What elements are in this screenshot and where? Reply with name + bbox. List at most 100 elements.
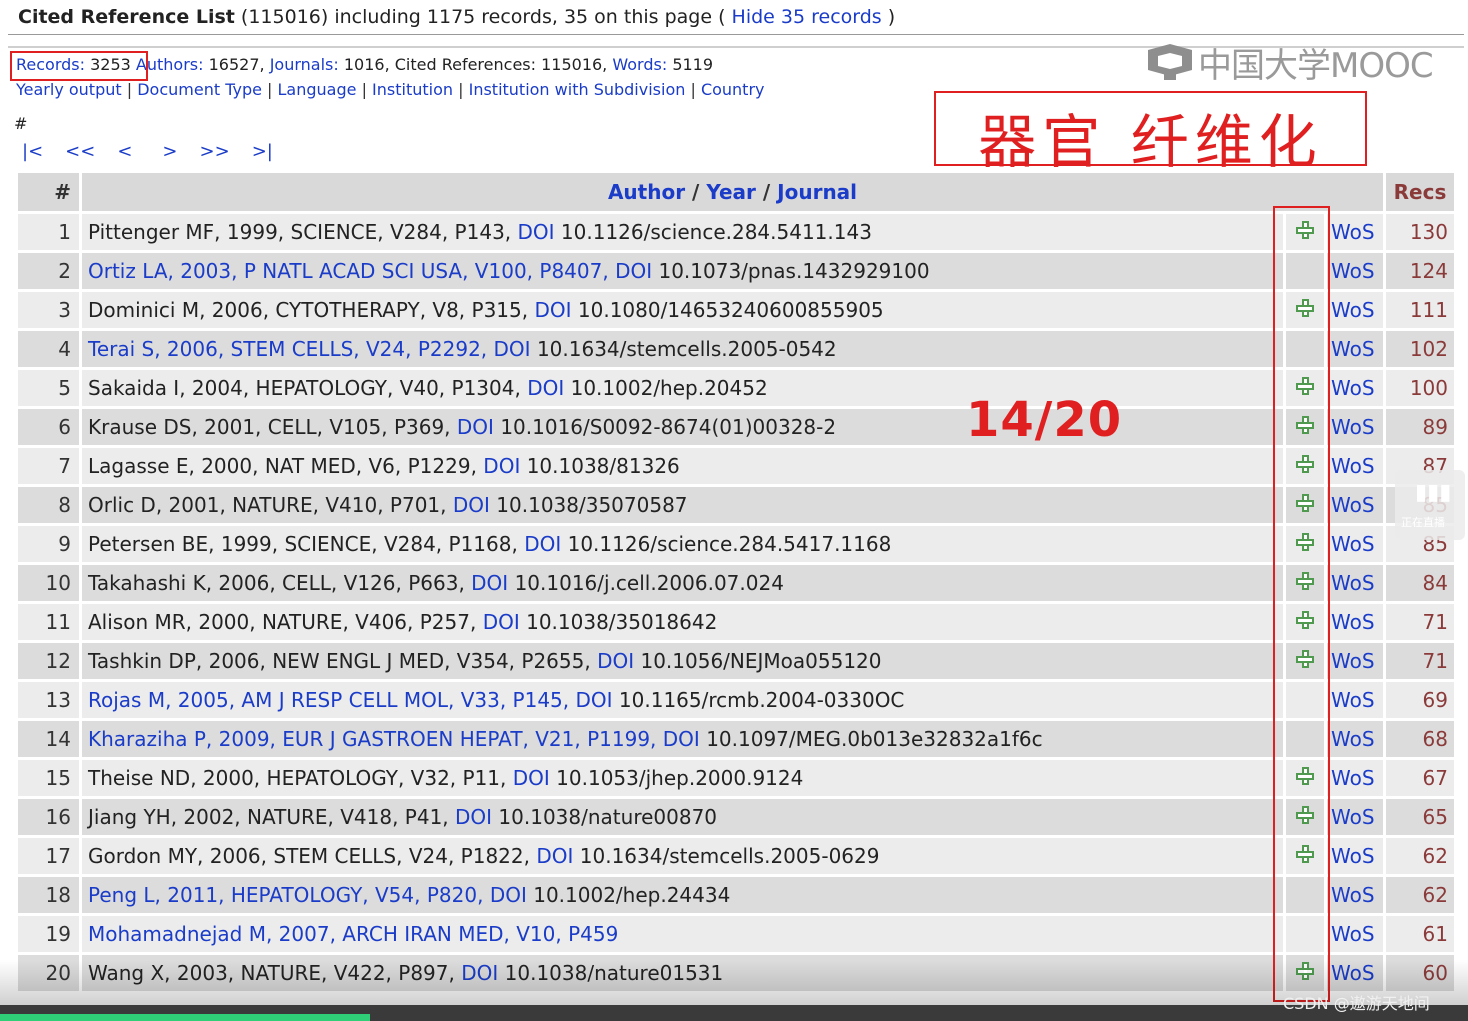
- pager-last[interactable]: >|: [252, 141, 273, 162]
- doi-value: 10.1038/nature00870: [498, 805, 718, 829]
- column-header-number: #: [18, 173, 79, 211]
- recs-count: 102: [1386, 331, 1454, 367]
- doi-link[interactable]: DOI: [663, 727, 700, 751]
- wos-link[interactable]: WoS: [1327, 916, 1383, 952]
- sort-author-link[interactable]: Author: [608, 180, 685, 204]
- doi-link[interactable]: DOI: [527, 376, 564, 400]
- wos-link[interactable]: WoS: [1327, 643, 1383, 679]
- sort-year-link[interactable]: Year: [706, 180, 756, 204]
- header-text: Cited Reference List (115016) including …: [18, 6, 895, 28]
- pager-first[interactable]: |<: [22, 141, 43, 162]
- wos-link[interactable]: WoS: [1327, 565, 1383, 601]
- wos-link[interactable]: WoS: [1327, 838, 1383, 874]
- language-link[interactable]: Language: [278, 80, 357, 99]
- words-link[interactable]: Words:: [612, 55, 667, 74]
- reference-cell: Takahashi K, 2006, CELL, V126, P663, DOI…: [82, 565, 1283, 601]
- table-row: 5 Sakaida I, 2004, HEPATOLOGY, V40, P1304…: [18, 370, 1454, 406]
- reference-text: Takahashi K, 2006, CELL, V126, P663,: [88, 571, 465, 595]
- reference-text: Gordon MY, 2006, STEM CELLS, V24, P1822,: [88, 844, 530, 868]
- recs-count: 69: [1386, 682, 1454, 718]
- hide-records-link[interactable]: Hide 35 records: [732, 6, 882, 28]
- reference-cell: Gordon MY, 2006, STEM CELLS, V24, P1822,…: [82, 838, 1283, 874]
- doi-link[interactable]: DOI: [455, 805, 492, 829]
- doi-value: 10.1165/rcmb.2004-0330OC: [618, 688, 905, 712]
- reference-text[interactable]: Rojas M, 2005, AM J RESP CELL MOL, V33, …: [88, 688, 569, 712]
- table-row: 9 Petersen BE, 1999, SCIENCE, V284, P1168…: [18, 526, 1454, 562]
- table-row: 19 Mohamadnejad M, 2007, ARCH IRAN MED, V…: [18, 916, 1454, 952]
- wos-link[interactable]: WoS: [1327, 370, 1383, 406]
- reference-cell[interactable]: Rojas M, 2005, AM J RESP CELL MOL, V33, …: [82, 682, 1283, 718]
- institution-subdivision-link[interactable]: Institution with Subdivision: [469, 80, 686, 99]
- wos-link[interactable]: WoS: [1327, 292, 1383, 328]
- table-row: 4 Terai S, 2006, STEM CELLS, V24, P2292, …: [18, 331, 1454, 367]
- document-type-link[interactable]: Document Type: [137, 80, 262, 99]
- doi-link[interactable]: DOI: [536, 844, 573, 868]
- recs-count: 71: [1386, 604, 1454, 640]
- doi-link[interactable]: DOI: [453, 493, 490, 517]
- doi-link[interactable]: DOI: [597, 649, 634, 673]
- recs-count: 89: [1386, 409, 1454, 445]
- doi-value: 10.1126/science.284.5411.143: [560, 220, 872, 244]
- wos-link[interactable]: WoS: [1327, 760, 1383, 796]
- reference-cell[interactable]: Ortiz LA, 2003, P NATL ACAD SCI USA, V10…: [82, 253, 1283, 289]
- row-number: 9: [18, 526, 79, 562]
- wos-link[interactable]: WoS: [1327, 604, 1383, 640]
- doi-value: 10.1097/MEG.0b013e32832a1f6c: [706, 727, 1043, 751]
- reference-text[interactable]: Mohamadnejad M, 2007, ARCH IRAN MED, V10…: [88, 922, 618, 946]
- recs-count: 62: [1386, 877, 1454, 913]
- doi-link[interactable]: DOI: [483, 610, 520, 634]
- recs-count: 68: [1386, 721, 1454, 757]
- doi-link[interactable]: DOI: [513, 766, 550, 790]
- reference-text[interactable]: Kharaziha P, 2009, EUR J GASTROEN HEPAT,…: [88, 727, 656, 751]
- pager: |< << < > >> >|: [22, 141, 295, 162]
- audio-bars-icon: ▮▮▮: [1415, 480, 1452, 505]
- journals-link[interactable]: Journals:: [270, 55, 339, 74]
- header-separator: /: [692, 180, 700, 204]
- table-row: 15 Theise ND, 2000, HEPATOLOGY, V32, P11,…: [18, 760, 1454, 796]
- wos-link[interactable]: WoS: [1327, 487, 1383, 523]
- doi-link[interactable]: DOI: [494, 337, 531, 361]
- live-widget[interactable]: ▮▮▮ 正在直播: [1395, 470, 1465, 540]
- wos-link[interactable]: WoS: [1327, 721, 1383, 757]
- doi-link[interactable]: DOI: [576, 688, 613, 712]
- wos-link[interactable]: WoS: [1327, 253, 1383, 289]
- wos-link[interactable]: WoS: [1327, 448, 1383, 484]
- doi-link[interactable]: DOI: [483, 454, 520, 478]
- wos-link[interactable]: WoS: [1327, 877, 1383, 913]
- wos-link[interactable]: WoS: [1327, 682, 1383, 718]
- pager-next-page[interactable]: >>: [200, 141, 230, 162]
- wos-link[interactable]: WoS: [1327, 799, 1383, 835]
- yearly-output-link[interactable]: Yearly output: [16, 80, 122, 99]
- doi-link[interactable]: DOI: [524, 532, 561, 556]
- doi-link[interactable]: DOI: [490, 883, 527, 907]
- wos-link[interactable]: WoS: [1327, 409, 1383, 445]
- reference-cell[interactable]: Mohamadnejad M, 2007, ARCH IRAN MED, V10…: [82, 916, 1283, 952]
- doi-link[interactable]: DOI: [518, 220, 555, 244]
- recs-count: 71: [1386, 643, 1454, 679]
- reference-cell[interactable]: Peng L, 2011, HEPATOLOGY, V54, P820, DOI…: [82, 877, 1283, 913]
- sort-journal-link[interactable]: Journal: [777, 180, 857, 204]
- doi-link[interactable]: DOI: [534, 298, 571, 322]
- column-header-recs[interactable]: Recs: [1386, 173, 1454, 211]
- wos-link[interactable]: WoS: [1327, 214, 1383, 250]
- pager-prev[interactable]: <: [117, 141, 132, 162]
- row-number: 18: [18, 877, 79, 913]
- wos-link[interactable]: WoS: [1327, 526, 1383, 562]
- row-number: 10: [18, 565, 79, 601]
- reference-cell[interactable]: Terai S, 2006, STEM CELLS, V24, P2292, D…: [82, 331, 1283, 367]
- doi-link[interactable]: DOI: [615, 259, 652, 283]
- reference-cell[interactable]: Kharaziha P, 2009, EUR J GASTROEN HEPAT,…: [82, 721, 1283, 757]
- pager-prev-page[interactable]: <<: [65, 141, 95, 162]
- doi-link[interactable]: DOI: [457, 415, 494, 439]
- reference-text[interactable]: Terai S, 2006, STEM CELLS, V24, P2292,: [88, 337, 487, 361]
- reference-text[interactable]: Peng L, 2011, HEPATOLOGY, V54, P820,: [88, 883, 483, 907]
- doi-link[interactable]: DOI: [471, 571, 508, 595]
- country-link[interactable]: Country: [701, 80, 765, 99]
- institution-link[interactable]: Institution: [372, 80, 453, 99]
- annotation-count: 14/20: [966, 392, 1123, 448]
- pager-next[interactable]: >: [162, 141, 177, 162]
- wos-link[interactable]: WoS: [1327, 331, 1383, 367]
- reference-cell: Alison MR, 2000, NATURE, V406, P257, DOI…: [82, 604, 1283, 640]
- doi-value: 10.1038/35018642: [526, 610, 718, 634]
- reference-text[interactable]: Ortiz LA, 2003, P NATL ACAD SCI USA, V10…: [88, 259, 609, 283]
